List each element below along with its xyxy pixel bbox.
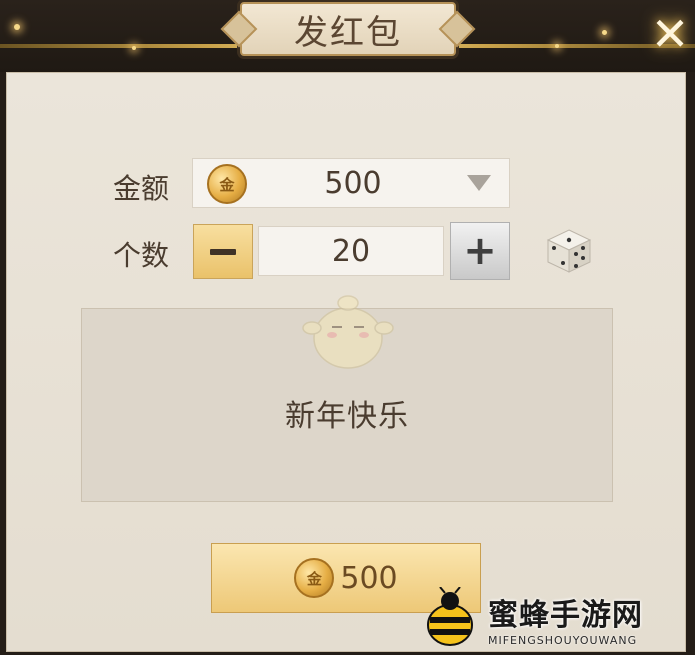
sparkle-decoration (132, 46, 136, 50)
dialog-title: 发红包 (294, 12, 402, 53)
sparkle-decoration (14, 24, 20, 30)
count-label: 个数 (113, 239, 170, 272)
blessing-message: 新年快乐 (285, 399, 409, 434)
dialog-frame: 发红包 ✕ 金额 金 500 个数 20 + 新年快乐 金 500 蜜蜂手游网 … (0, 0, 695, 655)
watermark-title: 蜜蜂手游网 (488, 597, 643, 633)
gold-coin-icon: 金 (294, 558, 335, 598)
plus-icon: + (463, 228, 497, 274)
close-button[interactable]: ✕ (650, 7, 690, 61)
count-input[interactable]: 20 (258, 226, 444, 276)
gold-coin-icon: 金 (207, 164, 247, 204)
dice-icon[interactable] (546, 228, 592, 274)
minus-icon (210, 248, 236, 255)
dialog-header: 发红包 ✕ (0, 0, 695, 72)
amount-label: 金额 (113, 172, 170, 205)
increase-count-button[interactable]: + (450, 222, 510, 280)
amount-value: 500 (324, 165, 382, 201)
send-amount: 500 (340, 560, 398, 596)
message-box[interactable]: 新年快乐 (81, 295, 613, 502)
sparkle-decoration (555, 44, 559, 48)
title-plate: 发红包 (240, 2, 456, 56)
bee-logo-icon (427, 587, 473, 646)
decrease-count-button[interactable] (193, 224, 253, 279)
count-value: 20 (331, 233, 371, 269)
mascot-illustration (302, 295, 394, 369)
amount-select[interactable]: 金 500 (192, 158, 510, 208)
watermark: 蜜蜂手游网 MIFENGSHOUYOUWANG (418, 584, 693, 652)
watermark-subtitle: MIFENGSHOUYOUWANG (488, 633, 638, 647)
sparkle-decoration (602, 30, 607, 35)
chevron-down-icon (467, 175, 491, 191)
close-icon: ✕ (650, 7, 690, 61)
